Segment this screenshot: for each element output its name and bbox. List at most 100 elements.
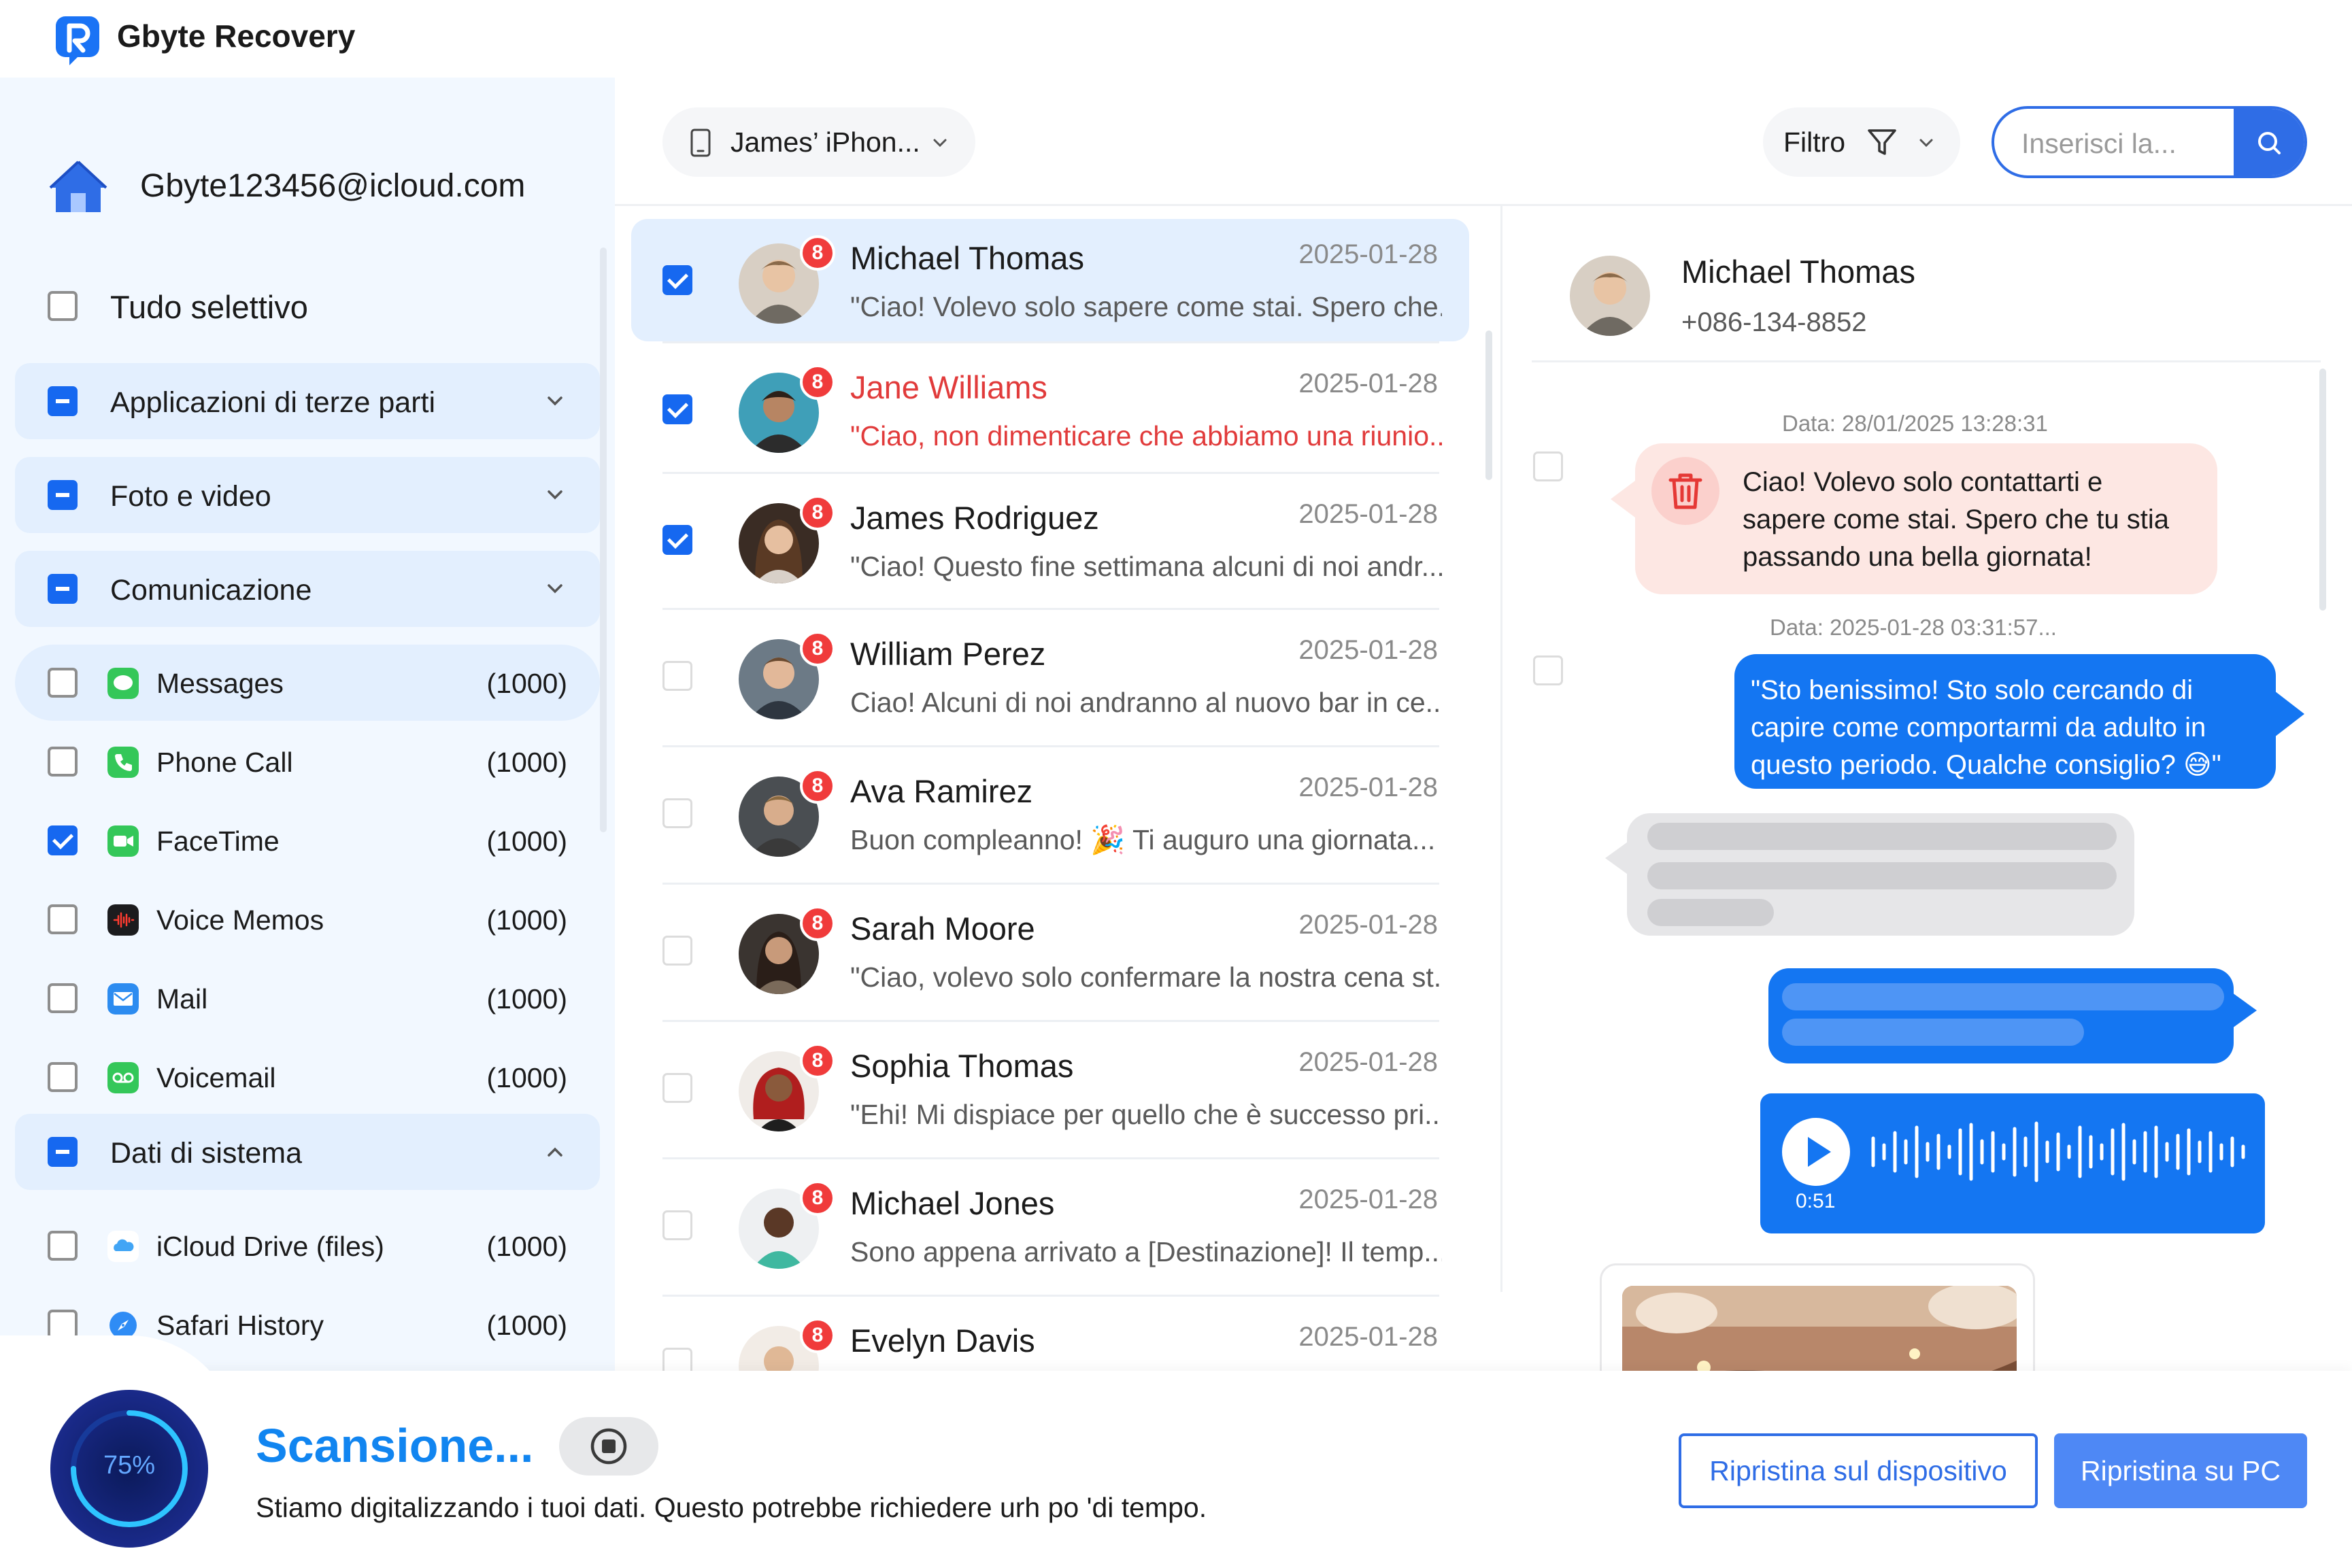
item-checkbox[interactable] bbox=[48, 747, 78, 777]
sidebar-item-phone-call[interactable]: Phone Call (1000) bbox=[15, 723, 600, 800]
conversation-checkbox[interactable] bbox=[662, 525, 692, 555]
message-text: Ciao! Volevo solo contattarti e sapere c… bbox=[1743, 467, 2169, 572]
conversation-row[interactable]: 8 Michael Jones 2025-01-28 Sono appena a… bbox=[631, 1164, 1469, 1286]
sidebar-item-voice-memos[interactable]: Voice Memos (1000) bbox=[15, 881, 600, 957]
item-checkbox[interactable] bbox=[48, 1231, 78, 1261]
sidebar-item-messages[interactable]: Messages (1000) bbox=[15, 645, 600, 721]
item-count: (1000) bbox=[486, 904, 567, 936]
conversation-preview: Sono appena arrivato a [Destinazione]! I… bbox=[850, 1236, 1442, 1267]
sidebar-scrollbar[interactable] bbox=[600, 248, 607, 832]
category-checkbox[interactable] bbox=[48, 386, 78, 416]
category-checkbox[interactable] bbox=[48, 1137, 78, 1167]
category-communication[interactable]: Comunicazione bbox=[15, 551, 600, 627]
row-divider bbox=[662, 1020, 1439, 1022]
conversation-name: Ava Ramirez bbox=[850, 773, 1033, 809]
play-button[interactable] bbox=[1782, 1118, 1850, 1186]
detail-scrollbar[interactable] bbox=[2319, 369, 2326, 611]
unread-badge: 8 bbox=[800, 1043, 835, 1078]
home-icon[interactable] bbox=[48, 158, 109, 215]
search-button[interactable] bbox=[2234, 109, 2304, 175]
conversation-name: Michael Thomas bbox=[850, 240, 1084, 276]
chevron-up-icon[interactable] bbox=[543, 1140, 567, 1164]
conversation-row[interactable]: 8 William Perez 2025-01-28 Ciao! Alcuni … bbox=[631, 615, 1469, 737]
item-label: FaceTime bbox=[156, 825, 280, 857]
voice-memos-icon bbox=[107, 904, 139, 936]
restore-to-device-button[interactable]: Ripristina sul dispositivo bbox=[1679, 1433, 2038, 1508]
sidebar-item-voicemail[interactable]: Voicemail (1000) bbox=[15, 1039, 600, 1115]
item-checkbox[interactable] bbox=[48, 668, 78, 698]
filter-label: Filtro bbox=[1783, 126, 1846, 158]
conversation-preview: Buon compleanno! 🎉 Ti auguro una giornat… bbox=[850, 824, 1436, 855]
category-checkbox[interactable] bbox=[48, 480, 78, 510]
item-checkbox[interactable] bbox=[48, 825, 78, 855]
conversation-row[interactable]: 8 Sophia Thomas 2025-01-28 "Ehi! Mi disp… bbox=[631, 1027, 1469, 1149]
category-label: Dati di sistema bbox=[110, 1137, 302, 1170]
category-label: Comunicazione bbox=[110, 574, 312, 607]
unread-badge: 8 bbox=[800, 1318, 835, 1353]
conversation-checkbox[interactable] bbox=[662, 265, 692, 295]
category-system-data[interactable]: Dati di sistema bbox=[15, 1114, 600, 1190]
filter-button[interactable]: Filtro bbox=[1763, 107, 1960, 177]
waveform-icon bbox=[1871, 1121, 2245, 1182]
conversation-checkbox[interactable] bbox=[662, 1210, 692, 1240]
placeholder-message-bubble bbox=[1627, 813, 2134, 936]
category-photos-videos[interactable]: Foto e video bbox=[15, 457, 600, 533]
conversation-checkbox[interactable] bbox=[662, 394, 692, 424]
stop-scan-button[interactable] bbox=[559, 1417, 658, 1476]
conversation-checkbox[interactable] bbox=[662, 661, 692, 691]
placeholder-line bbox=[1647, 823, 2117, 850]
message-checkbox[interactable] bbox=[1533, 655, 1563, 685]
row-divider bbox=[662, 745, 1439, 747]
bubble-tail bbox=[1611, 479, 1638, 519]
list-scrollbar[interactable] bbox=[1485, 330, 1492, 480]
app-title: Gbyte Recovery bbox=[117, 18, 356, 54]
icloud-icon bbox=[107, 1231, 139, 1262]
sidebar-item-facetime[interactable]: FaceTime (1000) bbox=[15, 802, 600, 879]
conversation-checkbox[interactable] bbox=[662, 936, 692, 966]
conversation-date: 2025-01-28 bbox=[1298, 635, 1438, 665]
conversation-checkbox[interactable] bbox=[662, 1073, 692, 1103]
category-checkbox[interactable] bbox=[48, 574, 78, 604]
item-checkbox[interactable] bbox=[48, 983, 78, 1013]
sidebar-item-icloud-drive[interactable]: iCloud Drive (files) (1000) bbox=[15, 1208, 600, 1284]
conversation-date: 2025-01-28 bbox=[1298, 1322, 1438, 1352]
conversation-name: James Rodriguez bbox=[850, 500, 1099, 536]
select-all-checkbox[interactable] bbox=[48, 291, 78, 321]
item-label: Voicemail bbox=[156, 1062, 276, 1093]
deleted-marker bbox=[1651, 457, 1719, 525]
chevron-down-icon[interactable] bbox=[543, 577, 567, 601]
incoming-message-bubble[interactable]: Ciao! Volevo solo contattarti e sapere c… bbox=[1635, 443, 2217, 594]
play-icon bbox=[1808, 1137, 1831, 1167]
outgoing-message-bubble[interactable]: "Sto benissimo! Sto solo cercando di cap… bbox=[1734, 654, 2276, 789]
sidebar-item-mail[interactable]: Mail (1000) bbox=[15, 960, 600, 1036]
device-selector[interactable]: James’ iPhon... bbox=[662, 107, 975, 177]
item-checkbox[interactable] bbox=[48, 904, 78, 934]
select-all-label[interactable]: Tudo selettivo bbox=[110, 288, 308, 326]
conversation-row[interactable]: 8 Ava Ramirez 2025-01-28 Buon compleanno… bbox=[631, 752, 1469, 874]
conversation-preview: "Ciao! Questo fine settimana alcuni di n… bbox=[850, 551, 1442, 582]
placeholder-line bbox=[1647, 899, 1774, 926]
progress-percentage: 75% bbox=[103, 1451, 156, 1480]
category-third-party-apps[interactable]: Applicazioni di terze parti bbox=[15, 363, 600, 439]
item-label: Messages bbox=[156, 668, 284, 699]
item-label: Mail bbox=[156, 983, 208, 1015]
scan-subtitle: Stiamo digitalizzando i tuoi dati. Quest… bbox=[256, 1492, 1207, 1523]
message-date: Data: 2025-01-28 03:31:57... bbox=[1770, 615, 2057, 640]
search-icon bbox=[2258, 132, 2281, 154]
conversation-checkbox[interactable] bbox=[662, 798, 692, 828]
conversation-row[interactable]: 8 Jane Williams 2025-01-28 "Ciao, non di… bbox=[631, 348, 1469, 471]
search-input[interactable] bbox=[2021, 125, 2225, 162]
restore-to-pc-button[interactable]: Ripristina su PC bbox=[2054, 1433, 2307, 1508]
conversation-row[interactable]: 8 Sarah Moore 2025-01-28 "Ciao, volevo s… bbox=[631, 889, 1469, 1012]
message-checkbox[interactable] bbox=[1533, 451, 1563, 481]
item-checkbox[interactable] bbox=[48, 1062, 78, 1092]
conversation-date: 2025-01-28 bbox=[1298, 772, 1438, 802]
chevron-down-icon[interactable] bbox=[543, 389, 567, 413]
item-count: (1000) bbox=[486, 825, 567, 857]
placeholder-line bbox=[1782, 1019, 2084, 1046]
chevron-down-icon[interactable] bbox=[543, 483, 567, 507]
row-divider bbox=[662, 608, 1439, 610]
messages-icon bbox=[107, 668, 139, 699]
conversation-row[interactable]: 8 Michael Thomas 2025-01-28 "Ciao! Volev… bbox=[631, 219, 1469, 341]
conversation-row[interactable]: 8 James Rodriguez 2025-01-28 "Ciao! Ques… bbox=[631, 479, 1469, 601]
